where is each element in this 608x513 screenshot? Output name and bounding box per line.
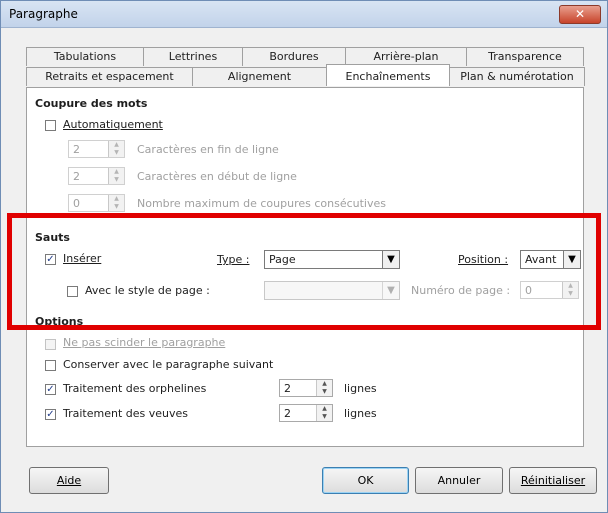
chevron-down-icon[interactable]: ▼ <box>382 251 399 268</box>
hyphenation-heading: Coupure des mots <box>35 97 148 110</box>
tab-tabulations[interactable]: Tabulations <box>26 47 144 66</box>
type-dropdown[interactable]: Page ▼ <box>264 250 400 269</box>
tab-row-1: Tabulations Lettrines Bordures Arrière-p… <box>26 47 584 66</box>
page-style-label: Avec le style de page : <box>85 284 210 297</box>
spin-arrows-icon[interactable]: ▲ ▼ <box>108 141 124 157</box>
chars-start-line-spinner[interactable]: 2 ▲ ▼ <box>68 167 125 185</box>
check-icon: ✓ <box>46 254 55 265</box>
page-number-label: Numéro de page : <box>411 284 511 297</box>
spin-arrows-icon[interactable]: ▲ ▼ <box>316 405 332 421</box>
reset-button[interactable]: Réinitialiser <box>509 467 597 494</box>
no-split-checkbox[interactable] <box>45 339 56 350</box>
tab-alignement[interactable]: Alignement <box>192 67 327 86</box>
widows-checkbox[interactable]: ✓ <box>45 409 56 420</box>
page-style-dropdown[interactable]: ▼ <box>264 281 400 300</box>
ok-button[interactable]: OK <box>322 467 409 494</box>
orphans-spinner[interactable]: 2 ▲ ▼ <box>279 379 333 397</box>
spin-arrows-icon[interactable]: ▲ ▼ <box>108 168 124 184</box>
orphans-checkbox[interactable]: ✓ <box>45 384 56 395</box>
spin-arrows-icon[interactable]: ▲ ▼ <box>562 282 578 298</box>
close-icon: ✕ <box>574 7 586 21</box>
page-number-value: 0 <box>525 284 532 297</box>
chars-end-line-value: 2 <box>73 143 80 156</box>
title-bar: Paragraphe ✕ <box>1 1 607 28</box>
cancel-button[interactable]: Annuler <box>415 467 503 494</box>
chevron-down-icon[interactable]: ▼ <box>563 251 580 268</box>
auto-hyphenation-label: Automatiquement <box>63 118 163 131</box>
tab-lettrines[interactable]: Lettrines <box>143 47 243 66</box>
widows-value: 2 <box>284 407 291 420</box>
options-heading: Options <box>35 315 84 328</box>
check-icon: ✓ <box>46 409 55 420</box>
spin-arrows-icon[interactable]: ▲ ▼ <box>316 380 332 396</box>
close-button[interactable]: ✕ <box>559 5 601 24</box>
orphans-unit: lignes <box>344 382 377 395</box>
insert-break-checkbox[interactable]: ✓ <box>45 254 56 265</box>
widows-label: Traitement des veuves <box>63 407 189 420</box>
tab-retraits-espacement[interactable]: Retraits et espacement <box>26 67 193 86</box>
insert-break-label: Insérer <box>63 252 102 265</box>
page-style-checkbox[interactable] <box>67 286 78 297</box>
window-title: Paragraphe <box>9 7 78 21</box>
no-split-label: Ne pas scinder le paragraphe <box>63 336 226 349</box>
breaks-heading: Sauts <box>35 231 70 244</box>
widows-unit: lignes <box>344 407 377 420</box>
chevron-down-icon[interactable]: ▼ <box>382 282 399 299</box>
max-hyphens-value: 0 <box>73 197 80 210</box>
max-hyphens-spinner[interactable]: 0 ▲ ▼ <box>68 194 125 212</box>
max-hyphens-label: Nombre maximum de coupures consécutives <box>137 197 386 210</box>
position-value: Avant <box>525 253 557 266</box>
tab-row-2: Retraits et espacement Alignement Enchaî… <box>26 64 585 86</box>
tab-transparence[interactable]: Transparence <box>466 47 584 66</box>
spin-arrows-icon[interactable]: ▲ ▼ <box>108 195 124 211</box>
chars-start-line-label: Caractères en début de ligne <box>137 170 297 183</box>
tab-plan-numerotation[interactable]: Plan & numérotation <box>449 67 585 86</box>
keep-with-next-label: Conserver avec le paragraphe suivant <box>63 358 274 371</box>
orphans-value: 2 <box>284 382 291 395</box>
orphans-label: Traitement des orphelines <box>63 382 207 395</box>
chars-end-line-spinner[interactable]: 2 ▲ ▼ <box>68 140 125 158</box>
type-label: Type : <box>217 253 250 266</box>
help-button[interactable]: Aide <box>29 467 109 494</box>
keep-with-next-checkbox[interactable] <box>45 360 56 371</box>
tab-enchainements[interactable]: Enchaînements <box>326 64 450 86</box>
chars-start-line-value: 2 <box>73 170 80 183</box>
auto-hyphenation-checkbox[interactable] <box>45 120 56 131</box>
paragraph-dialog: Paragraphe ✕ Tabulations Lettrines Bordu… <box>0 0 608 513</box>
type-value: Page <box>269 253 296 266</box>
page-number-spinner[interactable]: 0 ▲ ▼ <box>520 281 579 299</box>
position-dropdown[interactable]: Avant ▼ <box>520 250 581 269</box>
position-label: Position : <box>458 253 509 266</box>
widows-spinner[interactable]: 2 ▲ ▼ <box>279 404 333 422</box>
check-icon: ✓ <box>46 384 55 395</box>
chars-end-line-label: Caractères en fin de ligne <box>137 143 279 156</box>
